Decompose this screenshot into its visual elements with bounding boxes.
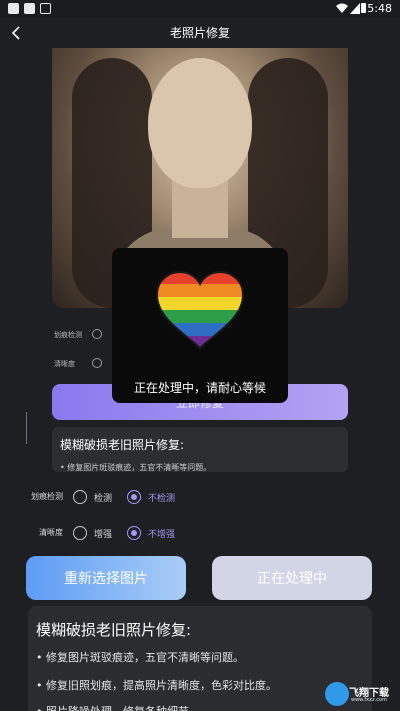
clarity-enhance-text[interactable]: 增强 [94,527,112,540]
image-notification-icon [24,3,35,14]
processing-button[interactable]: 正在处理中 [212,556,372,600]
watermark-url: www.fxxz.com [351,697,387,703]
notification-icon [8,3,19,14]
clarity-label: 清晰度 [39,528,63,537]
bg-card-line: • 修复图片斑驳痕迹，五官不清晰等问题。 [60,463,212,472]
info-card: 模糊破损老旧照片修复: • 修复图片斑驳痕迹，五官不清晰等问题。 • 修复旧照划… [28,606,372,711]
bg-option-scratch-label: 划痕检测 [54,331,82,339]
scratch-no-detect-text[interactable]: 不检测 [148,491,175,504]
bg-option-clarity-label: 清晰度 [54,360,75,368]
list-item: • 修复图片斑驳痕迹，五官不清晰等问题。 [36,651,244,664]
page-title: 老照片修复 [169,26,230,40]
scratch-no-detect-radio[interactable] [127,490,141,504]
list-item: • 修复旧照划痕，提高照片清晰度，色彩对比度。 [36,679,277,692]
bg-radio [92,358,102,368]
clarity-no-enhance-radio[interactable] [127,526,141,540]
processing-label: 正在处理中 [257,571,327,587]
scratch-detection-label: 划痕检测 [31,492,63,501]
app-header: 老照片修复 [0,18,400,48]
info-card-title: 模糊破损老旧照片修复: [36,621,192,639]
rainbow-heart-icon [155,270,245,350]
clarity-enhance-radio[interactable] [73,526,87,540]
wifi-icon [336,3,348,13]
loading-dialog: 正在处理中，请耐心等候 [112,248,288,403]
status-bar: 5:48 [0,0,400,18]
bg-info-card: 模糊破损老旧照片修复: • 修复图片斑驳痕迹，五官不清晰等问题。 [52,427,348,472]
reselect-image-button[interactable]: 重新选择图片 [26,556,186,600]
reselect-image-label: 重新选择图片 [64,571,148,587]
status-time: 5:48 [367,2,392,15]
clarity-no-enhance-text[interactable]: 不增强 [148,527,175,540]
bg-card-title: 模糊破损老旧照片修复: [60,438,185,452]
bg-radio [92,329,102,339]
battery-icon [361,3,366,13]
scratch-detect-radio[interactable] [73,490,87,504]
list-item: • 照片降噪处理，修复各种细节。 [36,703,200,711]
divider [26,412,27,444]
font-notification-icon [40,3,51,14]
watermark: 飞翔下载 www.fxxz.com [325,682,397,708]
signal-icon [350,3,360,14]
scratch-detection-row: 划痕检测 检测 不检测 [0,488,400,508]
watermark-logo-icon [325,682,349,706]
clarity-row: 清晰度 增强 不增强 [0,524,400,544]
scratch-detect-text[interactable]: 检测 [94,491,112,504]
loading-message: 正在处理中，请耐心等候 [133,381,266,395]
